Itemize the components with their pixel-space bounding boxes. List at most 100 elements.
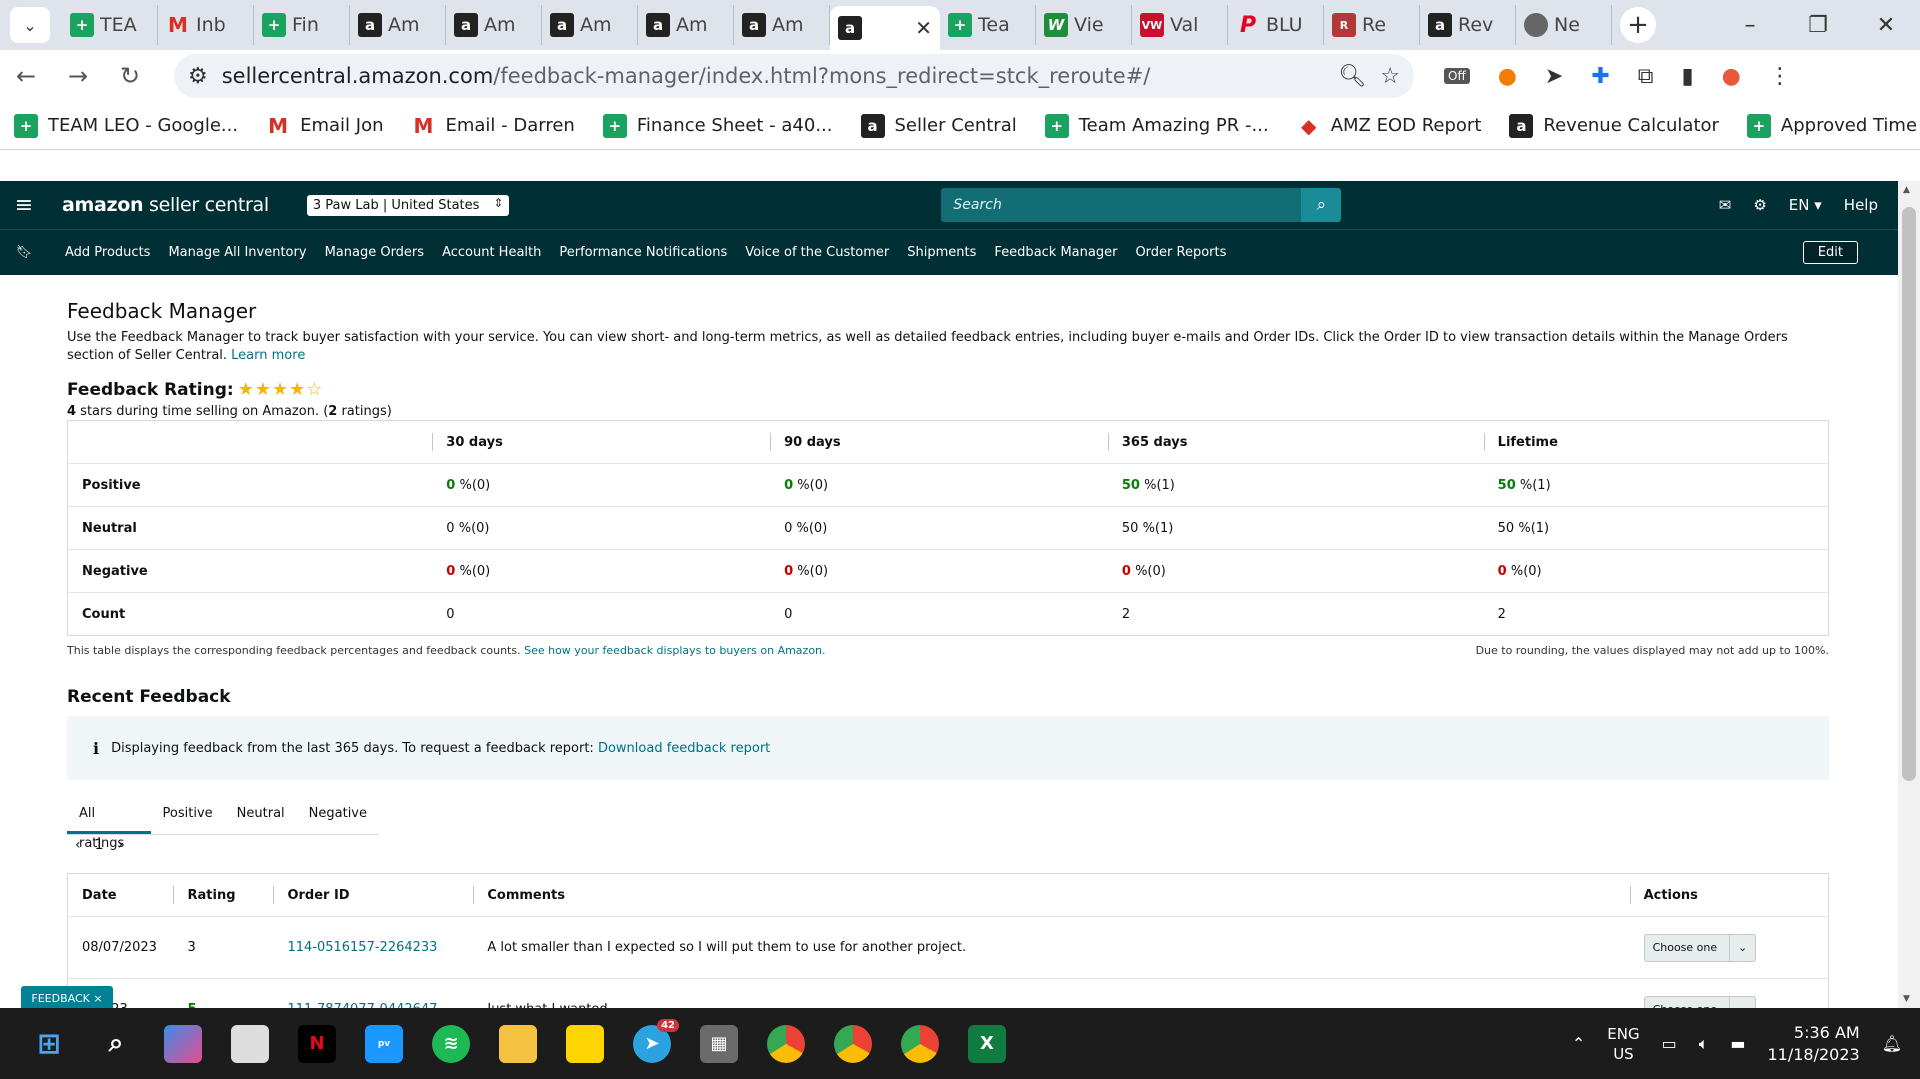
- browser-tab[interactable]: a Am: [542, 5, 638, 45]
- search-button[interactable]: ⌕: [1301, 188, 1342, 222]
- browser-tab[interactable]: a Am: [734, 5, 830, 45]
- filter-tab[interactable]: All ratings: [67, 799, 151, 851]
- bookmark-star-icon[interactable]: ☆: [1380, 64, 1400, 89]
- browser-tab[interactable]: + Fin: [254, 5, 350, 45]
- site-info-icon[interactable]: ⚙: [188, 64, 208, 89]
- next-page-icon[interactable]: ›: [118, 837, 124, 853]
- account-selector[interactable]: 3 Paw Lab | United States ⇕: [306, 194, 510, 216]
- page-number[interactable]: 1: [95, 837, 104, 853]
- browser-tab[interactable]: M Inb: [158, 5, 254, 45]
- url-text[interactable]: sellercentral.amazon.com/feedback-manage…: [222, 64, 1325, 88]
- browser-tab[interactable]: + Tea: [940, 5, 1036, 45]
- bookmark-item[interactable]: + Finance Sheet - a40...: [602, 113, 833, 138]
- new-tab-button[interactable]: +: [1620, 7, 1656, 43]
- scroll-down-icon[interactable]: ▼: [1903, 994, 1910, 1004]
- bookmark-item[interactable]: M Email Jon: [266, 114, 383, 138]
- bookmark-item[interactable]: + Team Amazing PR -...: [1044, 113, 1269, 138]
- hamburger-menu-icon[interactable]: ≡: [0, 193, 48, 218]
- extension-arrow-icon[interactable]: ➤: [1545, 64, 1563, 89]
- filter-tab[interactable]: Negative: [297, 799, 379, 834]
- tab-search-button[interactable]: ⌄: [10, 7, 50, 43]
- page-scrollbar[interactable]: ▲ ▼: [1898, 181, 1920, 1008]
- browser-tab[interactable]: P BLU: [1228, 5, 1324, 45]
- volume-icon[interactable]: 🔈︎: [1699, 1034, 1709, 1054]
- extension-orange-icon[interactable]: ●: [1498, 64, 1517, 89]
- file-explorer-icon[interactable]: [499, 1024, 537, 1063]
- clock[interactable]: 5:36 AM 11/18/2023: [1767, 1022, 1859, 1066]
- language-selector[interactable]: EN ▾: [1789, 196, 1822, 214]
- browser-tab[interactable]: a Rev: [1420, 5, 1516, 45]
- url-omnibox[interactable]: ⚙ sellercentral.amazon.com/feedback-mana…: [174, 54, 1414, 98]
- browser-tab[interactable]: a ✕: [830, 6, 940, 50]
- bookmark-item[interactable]: a Seller Central: [860, 113, 1017, 138]
- bookmark-item[interactable]: + TEAM LEO - Google...: [14, 113, 238, 138]
- extensions-puzzle-icon[interactable]: ⧉: [1638, 64, 1654, 89]
- nav-item[interactable]: Order Reports: [1135, 245, 1226, 260]
- nav-item[interactable]: Add Products: [65, 245, 150, 260]
- browser-tab[interactable]: R Re: [1324, 5, 1420, 45]
- profile-avatar[interactable]: ●: [1722, 64, 1741, 89]
- order-id-link[interactable]: 114-0516157-2264233: [273, 916, 474, 979]
- windows-start-icon[interactable]: ⊞: [30, 1025, 68, 1063]
- zoom-icon[interactable]: 🔍︎: [1338, 64, 1366, 89]
- prev-page-icon[interactable]: ‹: [75, 837, 81, 853]
- browser-tab[interactable]: + TEA: [62, 5, 158, 45]
- bookmark-item[interactable]: ◆ AMZ EOD Report: [1297, 114, 1481, 138]
- search-icon[interactable]: ⌕: [97, 1025, 135, 1063]
- feedback-tab-button[interactable]: FEEDBACK ×: [21, 986, 113, 1010]
- calculator-icon[interactable]: ▦: [700, 1024, 738, 1063]
- bookmark-flag-icon[interactable]: 🔖︎: [0, 245, 48, 260]
- copilot-icon[interactable]: [164, 1024, 202, 1063]
- gear-icon[interactable]: ⚙: [1753, 196, 1766, 214]
- excel-icon[interactable]: X: [968, 1024, 1006, 1063]
- side-panel-icon[interactable]: ▮: [1682, 64, 1694, 89]
- scroll-thumb[interactable]: [1902, 207, 1916, 781]
- language-indicator[interactable]: ENG US: [1607, 1024, 1639, 1064]
- search-input[interactable]: Search: [941, 188, 1302, 222]
- netflix-icon[interactable]: N: [298, 1024, 336, 1063]
- maximize-button[interactable]: ❐: [1784, 13, 1852, 38]
- nav-item[interactable]: Voice of the Customer: [745, 245, 889, 260]
- browser-tab[interactable]: W Vie: [1036, 5, 1132, 45]
- browser-tab[interactable]: a Am: [350, 5, 446, 45]
- nav-item[interactable]: Manage Orders: [325, 245, 425, 260]
- scroll-up-icon[interactable]: ▲: [1903, 185, 1910, 195]
- close-window-button[interactable]: ✕: [1852, 13, 1920, 38]
- chevron-up-icon[interactable]: ⌃: [1572, 1034, 1585, 1053]
- nav-item[interactable]: Performance Notifications: [559, 245, 727, 260]
- telegram-icon[interactable]: ➤ 42: [633, 1018, 679, 1063]
- prime-video-icon[interactable]: pv: [365, 1024, 403, 1063]
- bookmark-item[interactable]: a Revenue Calculator: [1509, 113, 1719, 138]
- filter-tab[interactable]: Positive: [151, 799, 225, 834]
- browser-tab[interactable]: a Am: [638, 5, 734, 45]
- nav-item[interactable]: Shipments: [907, 245, 976, 260]
- download-report-link[interactable]: Download feedback report: [598, 741, 770, 756]
- browser-tab[interactable]: a Am: [446, 5, 542, 45]
- chrome-profile-3-icon[interactable]: [901, 1024, 939, 1063]
- extension-off-badge[interactable]: Off: [1444, 68, 1470, 84]
- help-link[interactable]: Help: [1844, 196, 1878, 214]
- nav-item[interactable]: Feedback Manager: [994, 245, 1117, 260]
- filter-tab[interactable]: Neutral: [225, 799, 297, 834]
- reload-button[interactable]: ↻: [104, 62, 156, 90]
- battery-icon[interactable]: ▬: [1730, 1034, 1745, 1053]
- sticky-notes-icon[interactable]: [566, 1024, 604, 1063]
- seller-central-logo[interactable]: amazon seller central: [62, 194, 269, 216]
- chrome-icon[interactable]: [767, 1024, 805, 1063]
- browser-tab[interactable]: Ne: [1516, 5, 1612, 45]
- nav-item[interactable]: Account Health: [442, 245, 541, 260]
- learn-more-link[interactable]: Learn more: [231, 348, 305, 363]
- network-icon[interactable]: ▭: [1662, 1034, 1677, 1053]
- mail-icon[interactable]: ✉: [1719, 196, 1732, 214]
- task-view-icon[interactable]: [231, 1024, 269, 1063]
- bookmark-item[interactable]: + Approved Time Sta...: [1746, 113, 1920, 138]
- minimize-button[interactable]: –: [1716, 13, 1784, 38]
- close-tab-icon[interactable]: ✕: [915, 16, 932, 40]
- feedback-display-link[interactable]: See how your feedback displays to buyers…: [524, 644, 825, 657]
- spotify-icon[interactable]: ≋: [432, 1024, 470, 1063]
- edit-nav-button[interactable]: Edit: [1802, 241, 1858, 264]
- browser-tab[interactable]: VW Val: [1132, 5, 1228, 45]
- notification-bell-icon[interactable]: 🔔︎: [1882, 1034, 1902, 1053]
- forward-button[interactable]: →: [52, 62, 104, 90]
- browser-menu-icon[interactable]: ⋮: [1769, 64, 1791, 89]
